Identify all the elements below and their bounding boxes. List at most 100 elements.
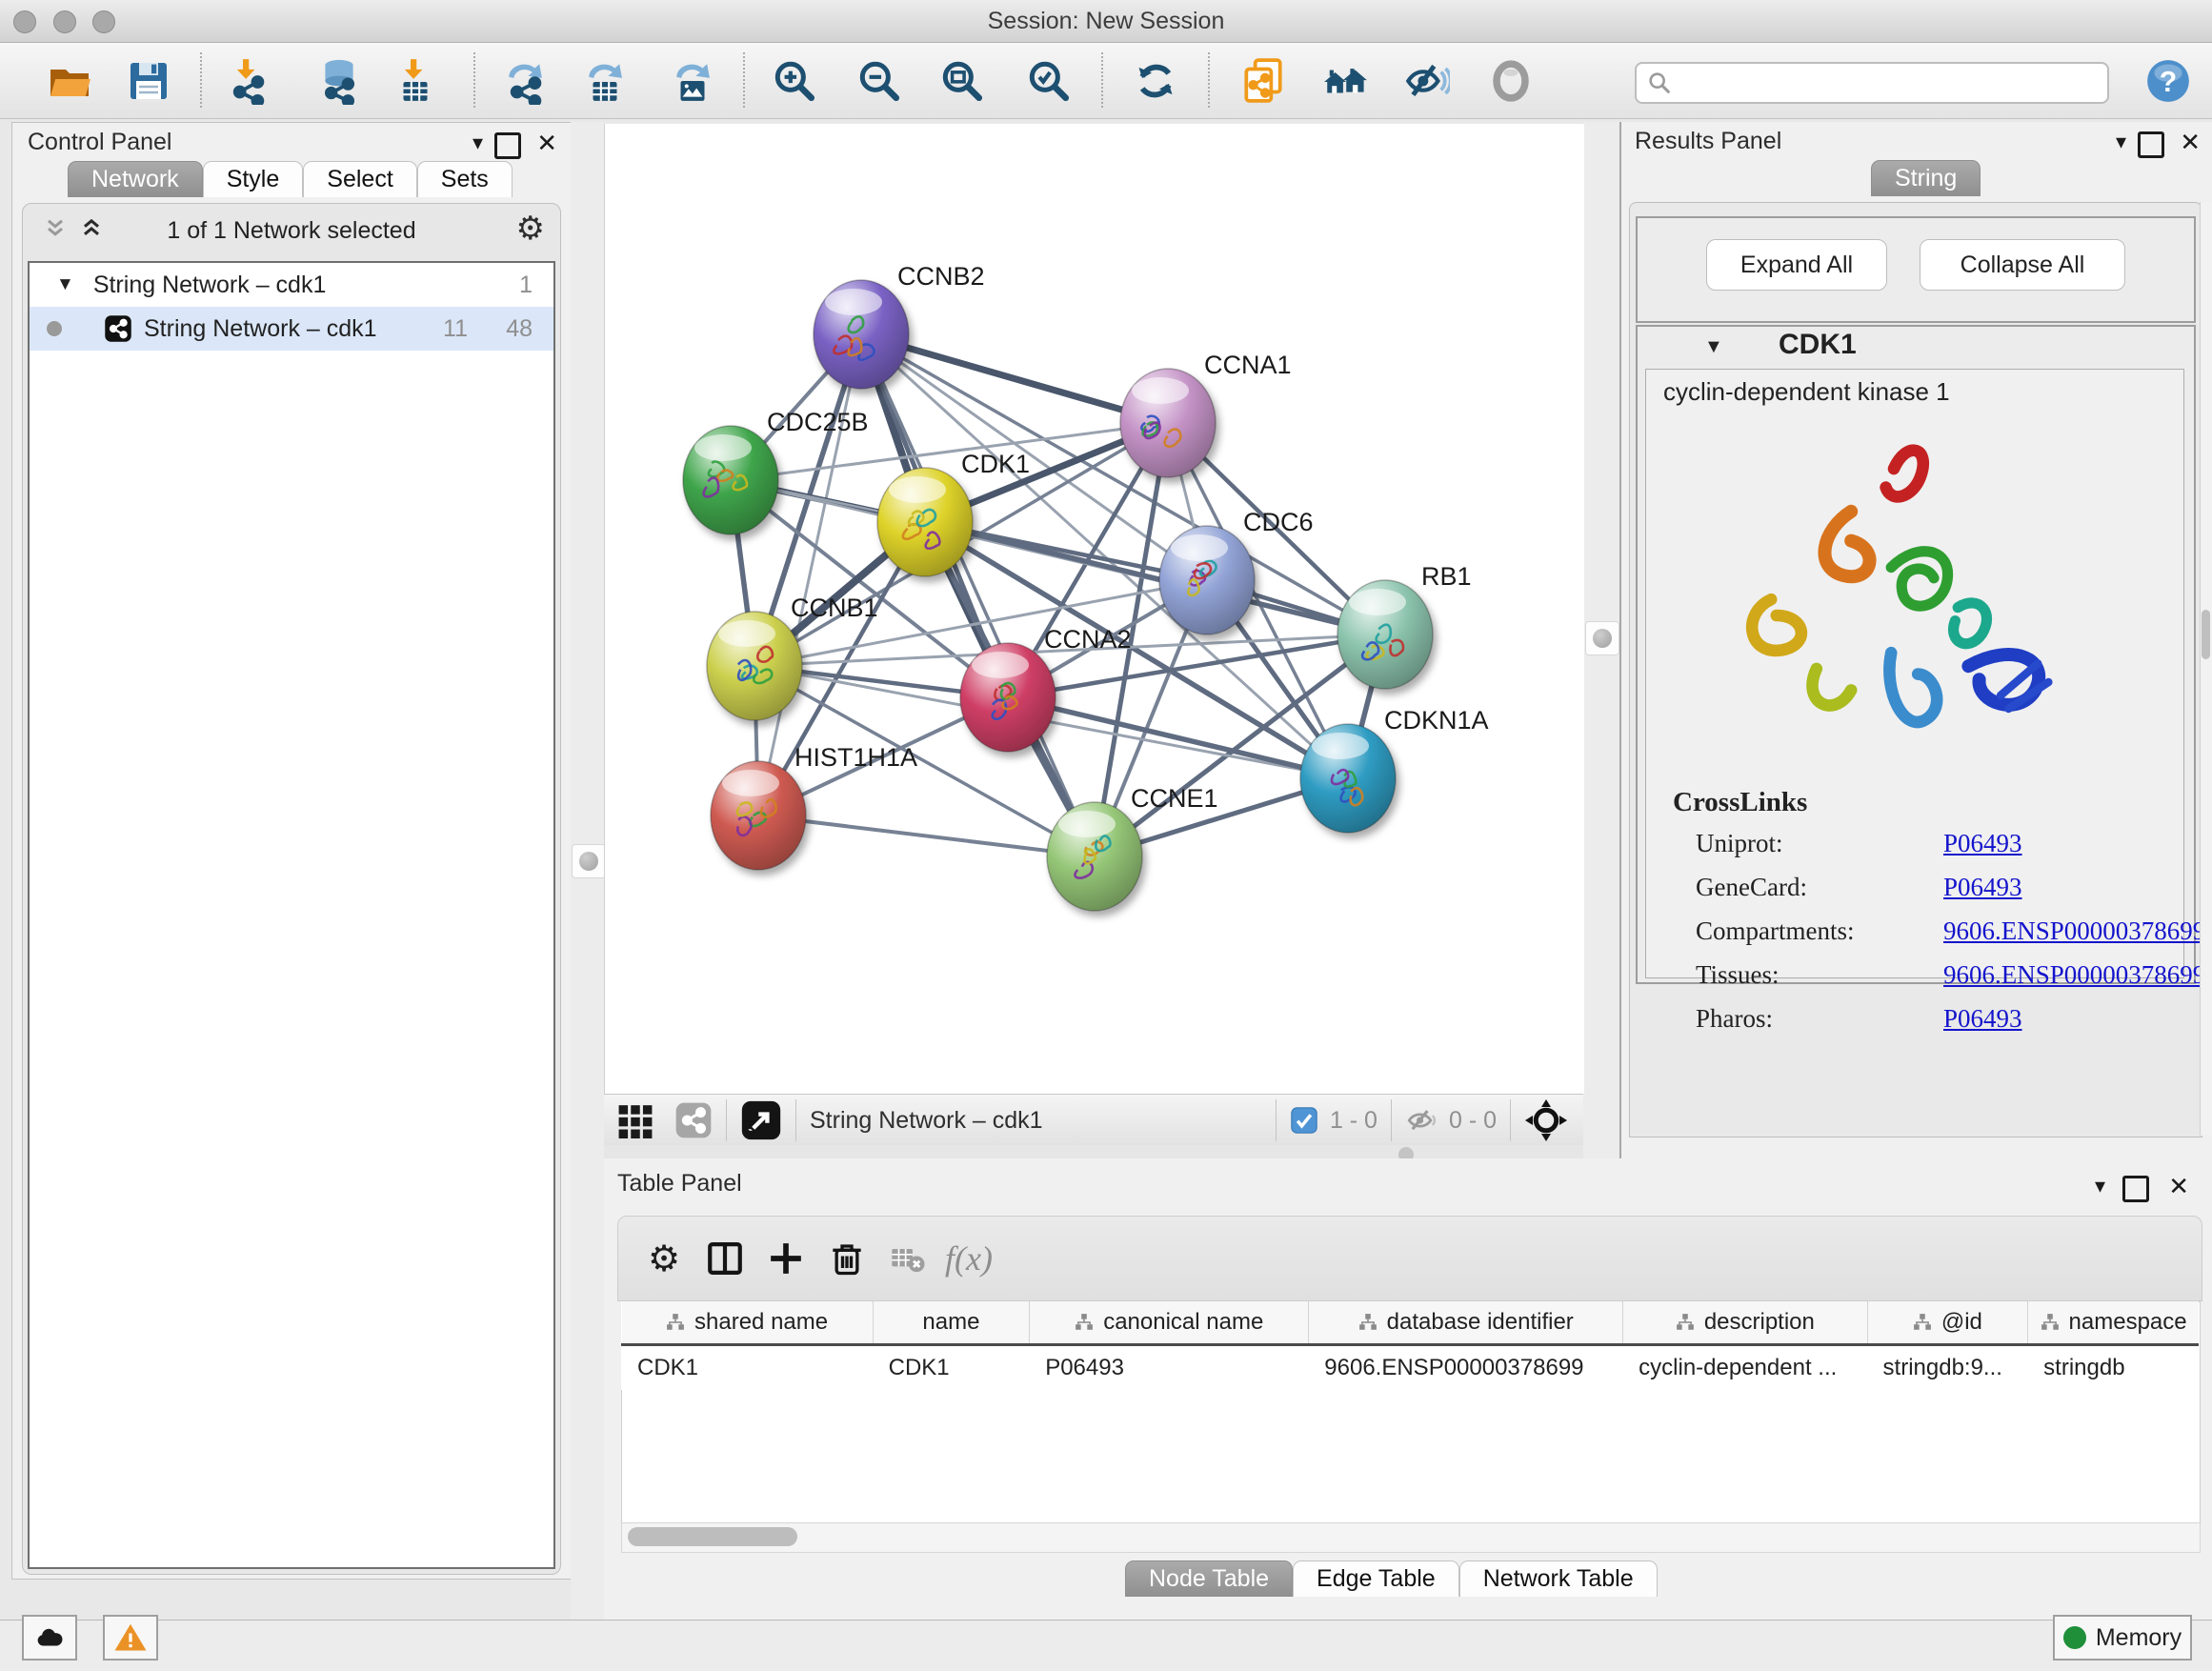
network-edge-CCNB2-CCNE1[interactable] xyxy=(861,334,1095,856)
zoom-out-button[interactable] xyxy=(853,54,906,108)
table-cell[interactable]: stringdb:9... xyxy=(1867,1345,2028,1391)
network-options-gear-icon[interactable]: ⚙ xyxy=(516,210,545,248)
home-button[interactable] xyxy=(1318,54,1372,108)
network-edge-CDK1-RB1[interactable] xyxy=(925,522,1385,634)
tab-node-table[interactable]: Node Table xyxy=(1125,1560,1293,1597)
panel-float-icon[interactable] xyxy=(2122,1176,2149,1202)
table-cell[interactable]: 9606.ENSP00000378699 xyxy=(1309,1345,1623,1391)
panel-float-icon[interactable] xyxy=(494,132,521,159)
bottom-splitter[interactable] xyxy=(604,1145,1583,1158)
entry-collapse-icon[interactable]: ▼ xyxy=(1704,336,1723,358)
tab-style[interactable]: Style xyxy=(203,161,304,197)
table-horizontal-scrollbar[interactable] xyxy=(621,1522,2201,1553)
network-node-HIST1H1A[interactable]: HIST1H1A xyxy=(711,743,917,870)
panel-collapse-icon[interactable]: ▾ xyxy=(2116,130,2126,154)
clone-network-button[interactable] xyxy=(1237,54,1290,108)
refresh-button[interactable] xyxy=(1129,54,1182,108)
save-session-button[interactable] xyxy=(122,54,175,108)
network-node-CCNE1[interactable]: CCNE1 xyxy=(1047,784,1218,911)
panel-close-icon[interactable]: ✕ xyxy=(536,129,557,158)
delete-column-button[interactable] xyxy=(816,1228,877,1289)
results-button-box: Expand All Collapse All xyxy=(1636,216,2196,323)
network-canvas[interactable]: CCNB2CCNA1CDC25BCDK1CDC6RB1CCNB1CCNA2CDK… xyxy=(604,124,1584,1094)
network-edge-HIST1H1A-CCNE1[interactable] xyxy=(758,815,1095,856)
table-cell[interactable]: stringdb xyxy=(2028,1345,2199,1391)
selected-checkbox-icon[interactable] xyxy=(1290,1106,1318,1135)
tab-sets[interactable]: Sets xyxy=(417,161,513,197)
collection-count: 1 xyxy=(519,272,533,299)
column-header-description[interactable]: description xyxy=(1623,1301,1867,1345)
zoom-selected-button[interactable] xyxy=(1022,54,1076,108)
export-table-button[interactable] xyxy=(578,54,632,108)
expand-all-button[interactable]: Expand All xyxy=(1706,239,1887,291)
table-options-gear-icon[interactable]: ⚙ xyxy=(633,1228,694,1289)
panel-collapse-icon[interactable]: ▾ xyxy=(473,131,483,155)
tab-select[interactable]: Select xyxy=(303,161,416,197)
import-network-database-button[interactable] xyxy=(312,54,366,108)
table-cell[interactable]: CDK1 xyxy=(873,1345,1030,1391)
tree-expand-icon[interactable]: ▼ xyxy=(56,274,74,295)
hidden-eye-icon[interactable] xyxy=(1405,1104,1438,1137)
tab-network[interactable]: Network xyxy=(68,161,203,197)
table-cell[interactable]: P06493 xyxy=(1030,1345,1309,1391)
crosslink-link[interactable]: P06493 xyxy=(1943,873,2022,902)
column-header-database-identifier[interactable]: database identifier xyxy=(1309,1301,1623,1345)
network-node-CDKN1A[interactable]: CDKN1A xyxy=(1300,706,1489,833)
panel-close-icon[interactable]: ✕ xyxy=(2168,1172,2189,1201)
crosslink-link[interactable]: 9606.ENSP00000378699 xyxy=(1943,960,2205,990)
crosslink-link[interactable]: 9606.ENSP00000378699 xyxy=(1943,916,2205,946)
splitter-handle-icon[interactable] xyxy=(1593,629,1612,648)
tab-edge-table[interactable]: Edge Table xyxy=(1293,1560,1459,1597)
memory-button[interactable]: Memory xyxy=(2053,1615,2192,1661)
cloud-button[interactable] xyxy=(22,1615,77,1661)
zoom-fit-button[interactable] xyxy=(935,54,989,108)
column-header-shared-name[interactable]: shared name xyxy=(622,1301,874,1345)
warnings-button[interactable] xyxy=(103,1615,158,1661)
collapse-all-button[interactable]: Collapse All xyxy=(1920,239,2125,291)
tab-network-table[interactable]: Network Table xyxy=(1459,1560,1658,1597)
panel-float-icon[interactable] xyxy=(2138,131,2164,158)
network-node-CDC6[interactable]: CDC6 xyxy=(1159,508,1314,634)
birds-eye-grid-button[interactable] xyxy=(617,1102,654,1138)
detach-view-button[interactable] xyxy=(740,1099,782,1141)
export-image-button[interactable] xyxy=(666,54,719,108)
network-graph[interactable]: CCNB2CCNA1CDC25BCDK1CDC6RB1CCNB1CCNA2CDK… xyxy=(605,124,1584,1094)
network-node-RB1[interactable]: RB1 xyxy=(1337,562,1472,689)
network-collection-row[interactable]: ▼ String Network – cdk1 1 xyxy=(30,263,553,307)
import-network-file-button[interactable] xyxy=(221,54,274,108)
show-columns-button[interactable] xyxy=(694,1228,755,1289)
crosslink-link[interactable]: P06493 xyxy=(1943,1004,2022,1034)
delete-table-button[interactable] xyxy=(877,1228,938,1289)
right-splitter[interactable] xyxy=(1583,122,1619,1158)
fit-content-button[interactable] xyxy=(1524,1098,1568,1142)
table-cell[interactable]: CDK1 xyxy=(622,1345,874,1391)
scrollbar-thumb[interactable] xyxy=(2202,610,2210,659)
export-network-button[interactable] xyxy=(498,54,552,108)
help-button[interactable]: ? xyxy=(2142,54,2195,108)
column-header-@id[interactable]: @id xyxy=(1867,1301,2028,1345)
hide-selected-button[interactable] xyxy=(1399,54,1453,108)
network-node-CCNB1[interactable]: CCNB1 xyxy=(707,594,878,720)
panel-collapse-icon[interactable]: ▾ xyxy=(2095,1174,2105,1198)
results-scrollbar[interactable] xyxy=(2200,202,2212,1136)
zoom-in-button[interactable] xyxy=(768,54,821,108)
crosslink-link[interactable]: P06493 xyxy=(1943,829,2022,858)
splitter-handle-icon[interactable] xyxy=(579,852,598,871)
tab-string[interactable]: String xyxy=(1871,160,1981,196)
open-session-button[interactable] xyxy=(43,54,96,108)
left-splitter[interactable] xyxy=(571,122,604,1620)
column-header-namespace[interactable]: namespace xyxy=(2028,1301,2199,1345)
column-header-canonical-name[interactable]: canonical name xyxy=(1030,1301,1309,1345)
network-node-CDK1[interactable]: CDK1 xyxy=(877,450,1030,576)
table-cell[interactable]: cyclin-dependent ... xyxy=(1623,1345,1867,1391)
search-input[interactable] xyxy=(1635,62,2109,104)
column-header-name[interactable]: name xyxy=(873,1301,1030,1345)
function-builder-button[interactable]: f(x) xyxy=(938,1228,999,1289)
view-mode-button[interactable] xyxy=(674,1101,713,1139)
panel-close-icon[interactable]: ✕ xyxy=(2180,128,2201,157)
network-row-selected[interactable]: String Network – cdk1 11 48 xyxy=(30,307,553,351)
import-table-file-button[interactable] xyxy=(389,54,442,108)
create-column-button[interactable] xyxy=(755,1228,816,1289)
scrollbar-thumb[interactable] xyxy=(628,1527,797,1546)
show-all-button[interactable] xyxy=(1484,54,1538,108)
